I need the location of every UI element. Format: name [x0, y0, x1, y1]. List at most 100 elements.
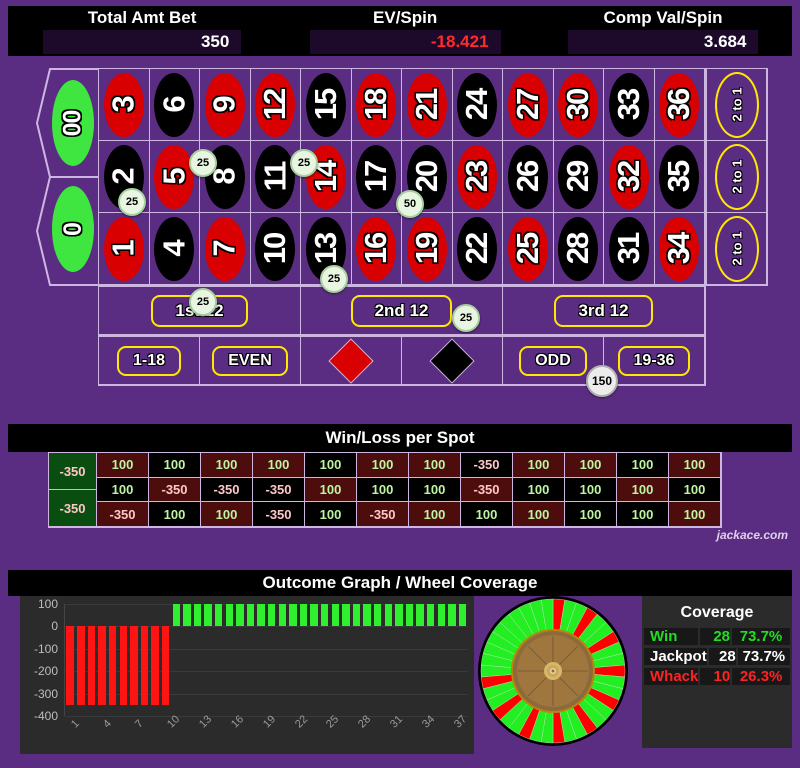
bet-spot-32[interactable]: 32	[603, 140, 655, 213]
black-diamond-icon	[429, 337, 475, 384]
bet-chip[interactable]: 25	[320, 265, 348, 293]
bet-spot-25[interactable]: 25	[502, 212, 554, 285]
number-oval: 30	[558, 72, 599, 137]
bet-spot-10[interactable]: 10	[249, 212, 301, 285]
bet-spot-36[interactable]: 36	[653, 68, 705, 141]
bet-spot-4[interactable]: 4	[148, 212, 200, 285]
y-tick-label: -300	[33, 686, 58, 701]
bet-spot-3[interactable]: 3	[98, 68, 150, 141]
stat-label: EV/Spin	[373, 8, 438, 27]
bet-spot-5[interactable]: 5	[148, 140, 200, 213]
number-oval: 29	[558, 144, 599, 209]
bet-spot-29[interactable]: 29	[552, 140, 604, 213]
zero-label: 00	[58, 110, 87, 136]
coverage-row: Jackpot 28 73.7%	[644, 648, 790, 665]
bet-spot-6[interactable]: 6	[148, 68, 200, 141]
dozen-bet-3[interactable]: 3rd 12	[502, 286, 705, 335]
outside-bet-19-36[interactable]: 19-36	[603, 336, 705, 385]
bet-chip[interactable]: 50	[396, 190, 424, 218]
bet-spot-30[interactable]: 30	[552, 68, 604, 141]
y-tick-label: -100	[33, 641, 58, 656]
bet-chip[interactable]: 25	[189, 288, 217, 316]
bet-spot-11[interactable]: 11	[249, 140, 301, 213]
coverage-label: Whack	[644, 668, 699, 685]
bet-spot-15[interactable]: 15	[300, 68, 352, 141]
winloss-cell: -350	[356, 501, 409, 527]
bet-spot-1[interactable]: 1	[98, 212, 150, 285]
winloss-cell: 100	[668, 501, 721, 527]
winloss-cell: 100	[356, 476, 409, 503]
bet-spot-24[interactable]: 24	[451, 68, 503, 141]
winloss-cell: 100	[616, 476, 669, 503]
bet-spot-27[interactable]: 27	[502, 68, 554, 141]
chart-bar	[321, 604, 329, 627]
bet-spot-7[interactable]: 7	[199, 212, 251, 285]
stat-value: 3.684	[567, 30, 759, 54]
bet-chip[interactable]: 25	[189, 149, 217, 177]
coverage-label: Jackpot	[644, 648, 707, 665]
bet-spot-28[interactable]: 28	[552, 212, 604, 285]
bet-spot-23[interactable]: 23	[451, 140, 503, 213]
number-label: 11	[257, 162, 293, 191]
chart-bar	[299, 604, 308, 627]
chart-bar	[289, 604, 297, 627]
watermark: jackace.com	[716, 528, 788, 542]
column-bet-1[interactable]: 2 to 1	[706, 68, 767, 141]
bet-spot-21[interactable]: 21	[401, 68, 453, 141]
bet-spot-18[interactable]: 18	[350, 68, 402, 141]
bet-spot-31[interactable]: 31	[603, 212, 655, 285]
bet-spot-17[interactable]: 17	[350, 140, 402, 213]
bet-spot-16[interactable]: 16	[350, 212, 402, 285]
number-label: 34	[661, 233, 697, 264]
bet-spot-26[interactable]: 26	[502, 140, 554, 213]
number-oval: 27	[507, 72, 548, 137]
outside-bet-red[interactable]	[300, 336, 402, 385]
bet-spot-12[interactable]: 12	[249, 68, 301, 141]
plot-area	[64, 604, 468, 717]
chart-bar	[427, 604, 435, 627]
chart-bar	[342, 604, 350, 627]
winloss-cell: -350	[200, 476, 253, 503]
winloss-cell: -350	[252, 476, 305, 503]
chart-bar	[246, 604, 255, 627]
bet-spot-0[interactable]: 0	[52, 186, 94, 272]
winloss-cell: -350	[96, 501, 149, 527]
winloss-cell: 100	[408, 476, 461, 503]
bet-chip[interactable]: 150	[586, 365, 618, 397]
column-bet-2[interactable]: 2 to 1	[706, 140, 767, 213]
number-oval: 11	[255, 144, 296, 209]
chart-bar	[172, 604, 180, 627]
coverage-count: 28	[708, 648, 736, 665]
bet-spot-19[interactable]: 19	[401, 212, 453, 285]
bet-spot-35[interactable]: 35	[653, 140, 705, 213]
number-label: 16	[358, 233, 394, 264]
number-oval: 35	[659, 144, 700, 209]
outside-bet-1-18[interactable]: 1-18	[98, 336, 200, 385]
bet-spot-9[interactable]: 9	[199, 68, 251, 141]
number-oval: 1	[103, 216, 144, 281]
outside-bet-even[interactable]: EVEN	[199, 336, 301, 385]
column-bet-label: 2 to 1	[729, 231, 744, 266]
bet-chip[interactable]: 25	[452, 304, 480, 332]
bet-spot-00[interactable]: 00	[52, 80, 94, 166]
winloss-cell: 100	[304, 452, 357, 478]
zero-label: 0	[58, 222, 87, 236]
number-oval: 26	[507, 144, 548, 209]
stat-label: Total Amt Bet	[87, 8, 197, 27]
number-label: 24	[459, 89, 495, 120]
bet-chip[interactable]: 25	[290, 149, 318, 177]
number-label: 18	[358, 89, 394, 120]
bet-spot-22[interactable]: 22	[451, 212, 503, 285]
bet-spot-34[interactable]: 34	[653, 212, 705, 285]
chart-bar	[458, 604, 467, 627]
chart-bar	[225, 604, 233, 627]
coverage-table: Coverage Win 28 73.7% Jackpot 28 73.7% Whack 10…	[642, 596, 792, 748]
coverage-label: Win	[644, 628, 698, 645]
chart-bar	[236, 604, 244, 627]
bet-chip[interactable]: 25	[118, 188, 146, 216]
number-oval: 21	[406, 72, 447, 137]
column-bets: 2 to 1 2 to 1 2 to 1	[706, 68, 768, 286]
bet-spot-33[interactable]: 33	[603, 68, 655, 141]
column-bet-3[interactable]: 2 to 1	[706, 212, 767, 285]
outside-bet-black[interactable]	[401, 336, 503, 385]
